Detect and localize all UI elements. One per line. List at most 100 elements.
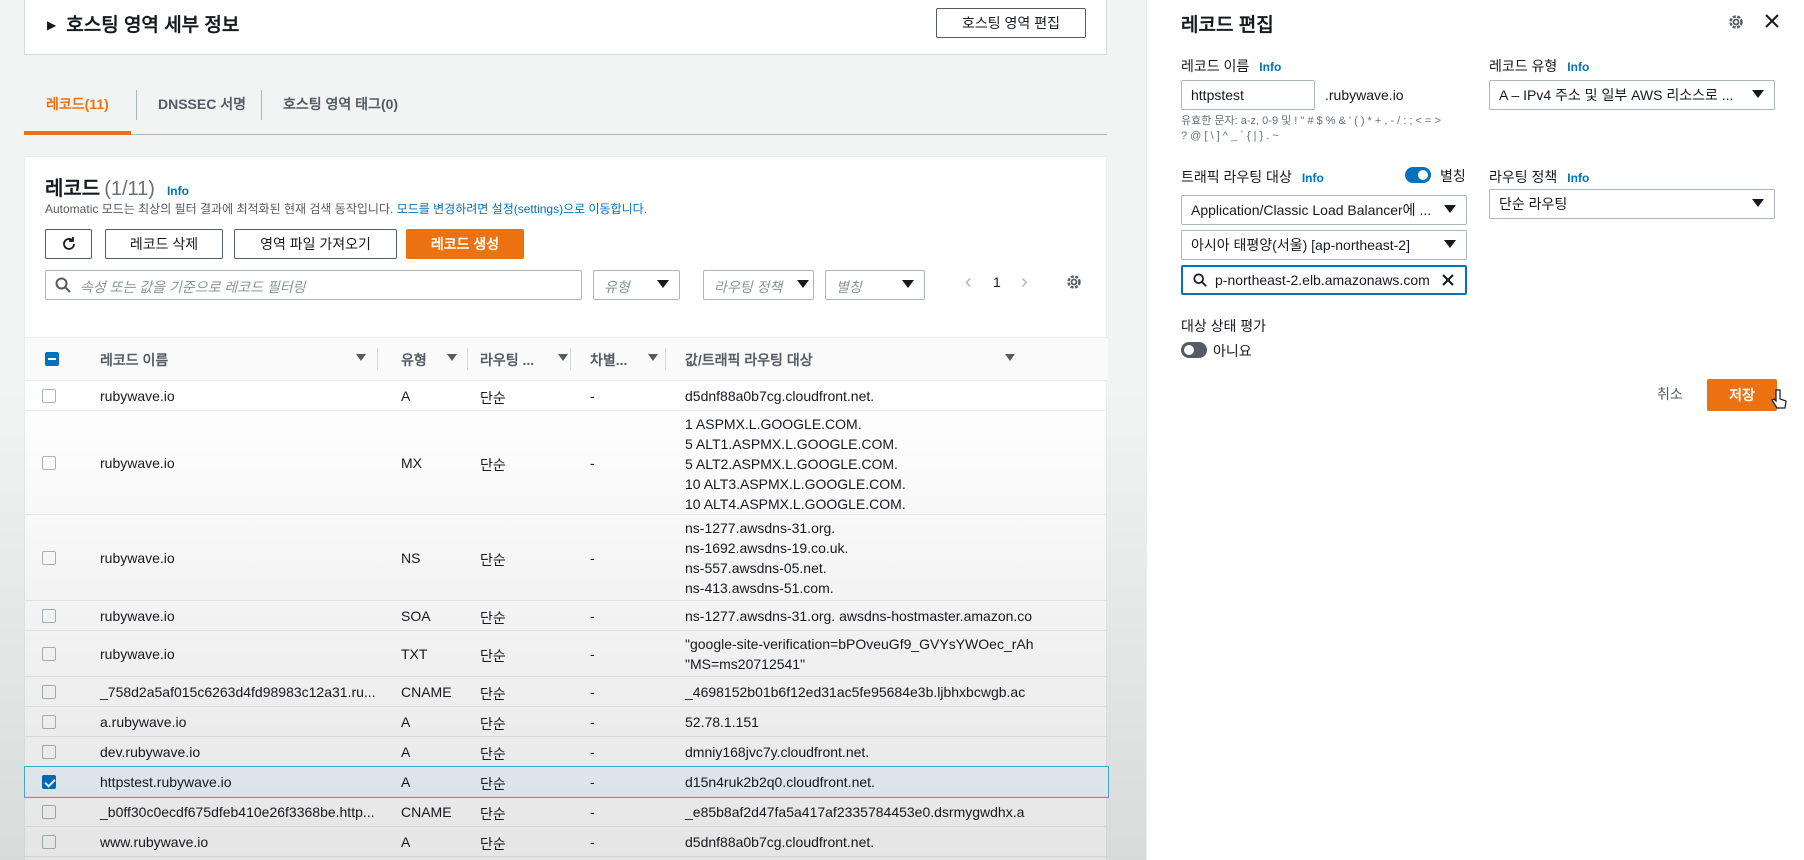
info-link[interactable]: Info bbox=[1567, 60, 1589, 74]
alias-filter-select[interactable]: 별칭 bbox=[825, 270, 925, 300]
table-row[interactable]: rubywave.io MX 단순 - 1 ASPMX.L.GOOGLE.COM… bbox=[25, 411, 1108, 515]
tab-records[interactable]: 레코드(11) bbox=[24, 80, 131, 135]
record-type-select[interactable]: A – IPv4 주소 및 일부 AWS 리소스로 ... bbox=[1489, 80, 1775, 110]
info-link[interactable]: Info bbox=[1567, 171, 1589, 185]
record-name: rubywave.io bbox=[100, 388, 175, 404]
edit-hosted-zone-button[interactable]: 호스팅 영역 편집 bbox=[936, 8, 1086, 38]
record-value: 1 ASPMX.L.GOOGLE.COM. 5 ALT1.ASPMX.L.GOO… bbox=[685, 414, 906, 514]
record-differentiator: - bbox=[590, 744, 595, 760]
health-eval-toggle[interactable] bbox=[1181, 342, 1207, 358]
table-row[interactable]: rubywave.io SOA 단순 - ns-1277.awsdns-31.o… bbox=[25, 601, 1108, 631]
record-routing: 단순 bbox=[480, 746, 506, 762]
value-line: "MS=ms20712541" bbox=[685, 656, 806, 672]
clear-icon[interactable] bbox=[1441, 273, 1455, 287]
table-row[interactable]: rubywave.io A 단순 - d5dnf88a0b7cg.cloudfr… bbox=[25, 381, 1108, 411]
settings-link[interactable]: 모드를 변경하려면 설정(settings)으로 이동합니다. bbox=[397, 202, 647, 216]
expand-triangle-icon: ▶ bbox=[47, 18, 57, 32]
record-type: SOA bbox=[401, 608, 431, 624]
caret-down-icon bbox=[797, 280, 809, 288]
record-differentiator: - bbox=[590, 455, 595, 471]
select-all-checkbox[interactable] bbox=[45, 352, 59, 366]
value-line: ns-1277.awsdns-31.org. bbox=[685, 520, 836, 536]
record-type: A bbox=[401, 388, 411, 404]
current-page[interactable]: 1 bbox=[993, 274, 1001, 290]
record-name-input[interactable]: httpstest bbox=[1181, 80, 1315, 110]
endpoint-input[interactable]: p-northeast-2.elb.amazonaws.com bbox=[1181, 265, 1467, 295]
record-routing: 단순 bbox=[480, 716, 506, 732]
record-differentiator: - bbox=[590, 774, 595, 790]
table-row[interactable]: dev.rubywave.io A 단순 - dmniy168jvc7y.clo… bbox=[25, 737, 1108, 767]
row-checkbox[interactable] bbox=[42, 609, 56, 623]
routing-policy-filter-select[interactable]: 라우팅 정책 bbox=[703, 270, 814, 300]
row-checkbox[interactable] bbox=[42, 745, 56, 759]
caret-down-icon bbox=[1752, 90, 1764, 98]
record-value: d5dnf88a0b7cg.cloudfront.net. bbox=[685, 834, 875, 850]
row-checkbox[interactable] bbox=[42, 551, 56, 565]
import-zone-file-button[interactable]: 영역 파일 가져오기 bbox=[234, 229, 397, 259]
cancel-button[interactable]: 취소 bbox=[1657, 384, 1683, 404]
column-label: 레코드 이름 bbox=[100, 352, 169, 368]
refresh-button[interactable] bbox=[45, 229, 92, 259]
value-line: ns-557.awsdns-05.net. bbox=[685, 560, 827, 576]
column-header-value[interactable]: 값/트래픽 라우팅 대상 bbox=[685, 350, 1015, 370]
row-checkbox[interactable] bbox=[42, 456, 56, 470]
info-link[interactable]: Info bbox=[1302, 171, 1324, 185]
type-filter-label: 유형 bbox=[604, 279, 630, 295]
table-row[interactable]: rubywave.io NS 단순 - ns-1277.awsdns-31.or… bbox=[25, 515, 1108, 601]
close-icon[interactable] bbox=[1763, 12, 1781, 30]
records-description: Automatic 모드는 최상의 필터 결과에 최적화된 현재 검색 동작입니… bbox=[45, 200, 647, 217]
record-differentiator: - bbox=[590, 804, 595, 820]
search-icon bbox=[1193, 273, 1207, 287]
column-header-name[interactable]: 레코드 이름 bbox=[100, 350, 366, 370]
sort-icon bbox=[1005, 354, 1015, 361]
tab-hosted-zone-tags[interactable]: 호스팅 영역 태그(0) bbox=[261, 80, 420, 135]
row-checkbox[interactable] bbox=[42, 685, 56, 699]
caret-down-icon bbox=[1444, 205, 1456, 213]
create-record-button[interactable]: 레코드 생성 bbox=[406, 229, 524, 259]
edit-record-panel: 레코드 편집 레코드 이름 Info httpstest .rubywave.io… bbox=[1146, 0, 1804, 860]
table-row[interactable]: _b0ff30c0ecdf675dfeb410e26f3368be.http..… bbox=[25, 797, 1108, 827]
target-type-select[interactable]: Application/Classic Load Balancer에 ... bbox=[1181, 195, 1467, 225]
row-checkbox[interactable] bbox=[42, 389, 56, 403]
next-page-icon[interactable]: › bbox=[1021, 271, 1028, 294]
delete-record-button[interactable]: 레코드 삭제 bbox=[105, 229, 223, 259]
table-row[interactable]: _758d2a5af015c6263d4fd98983c12a31.ru... … bbox=[25, 677, 1108, 707]
info-link[interactable]: Info bbox=[1259, 60, 1281, 74]
records-title: 레코드 bbox=[45, 178, 101, 200]
row-checkbox[interactable] bbox=[42, 647, 56, 661]
record-name: dev.rubywave.io bbox=[100, 744, 201, 760]
row-checkbox[interactable] bbox=[42, 715, 56, 729]
record-filter-input[interactable]: 속성 또는 값을 기준으로 레코드 필터링 bbox=[45, 270, 582, 300]
save-button[interactable]: 저장 bbox=[1707, 379, 1777, 411]
alias-toggle[interactable] bbox=[1405, 167, 1431, 183]
record-name: rubywave.io bbox=[100, 455, 175, 471]
column-header-type[interactable]: 유형 bbox=[401, 350, 457, 370]
record-name: www.rubywave.io bbox=[100, 834, 209, 850]
record-type-value: A – IPv4 주소 및 일부 AWS 리소스로 ... bbox=[1499, 87, 1734, 103]
table-row[interactable]: a.rubywave.io A 단순 - 52.78.1.151 bbox=[25, 707, 1108, 737]
hosted-zone-details-toggle[interactable]: ▶ 호스팅 영역 세부 정보 bbox=[47, 10, 239, 37]
type-filter-select[interactable]: 유형 bbox=[593, 270, 680, 300]
routing-policy-select[interactable]: 단순 라우팅 bbox=[1489, 189, 1775, 219]
region-select[interactable]: 아시아 태평양(서울) [ap-northeast-2] bbox=[1181, 230, 1467, 260]
record-type: TXT bbox=[401, 646, 428, 662]
table-row[interactable]: www.rubywave.io A 단순 - d5dnf88a0b7cg.clo… bbox=[25, 827, 1108, 857]
row-checkbox[interactable] bbox=[42, 775, 56, 789]
value-line: 1 ASPMX.L.GOOGLE.COM. bbox=[685, 416, 862, 432]
records-info-link[interactable]: Info bbox=[167, 184, 189, 198]
table-row[interactable]: rubywave.io TXT 단순 - "google-site-verifi… bbox=[25, 631, 1108, 677]
column-header-routing[interactable]: 라우팅 ... bbox=[480, 350, 568, 370]
record-name-label: 레코드 이름 Info bbox=[1181, 56, 1281, 76]
tab-dnssec[interactable]: DNSSEC 서명 bbox=[136, 80, 268, 135]
row-checkbox[interactable] bbox=[42, 835, 56, 849]
gear-icon[interactable] bbox=[1065, 273, 1083, 291]
column-header-differentiator[interactable]: 차별... bbox=[590, 350, 658, 370]
record-type: MX bbox=[401, 455, 422, 471]
row-checkbox[interactable] bbox=[42, 805, 56, 819]
sort-icon bbox=[558, 354, 568, 361]
region-value: 아시아 태평양(서울) [ap-northeast-2] bbox=[1191, 237, 1410, 253]
gear-icon[interactable] bbox=[1727, 13, 1745, 31]
prev-page-icon[interactable]: ‹ bbox=[965, 271, 972, 294]
table-row-selected[interactable]: httpstest.rubywave.io A 단순 - d15n4ruk2b2… bbox=[24, 766, 1109, 798]
records-panel: 레코드 (1/11) Info Automatic 모드는 최상의 필터 결과에 최… bbox=[24, 156, 1109, 860]
